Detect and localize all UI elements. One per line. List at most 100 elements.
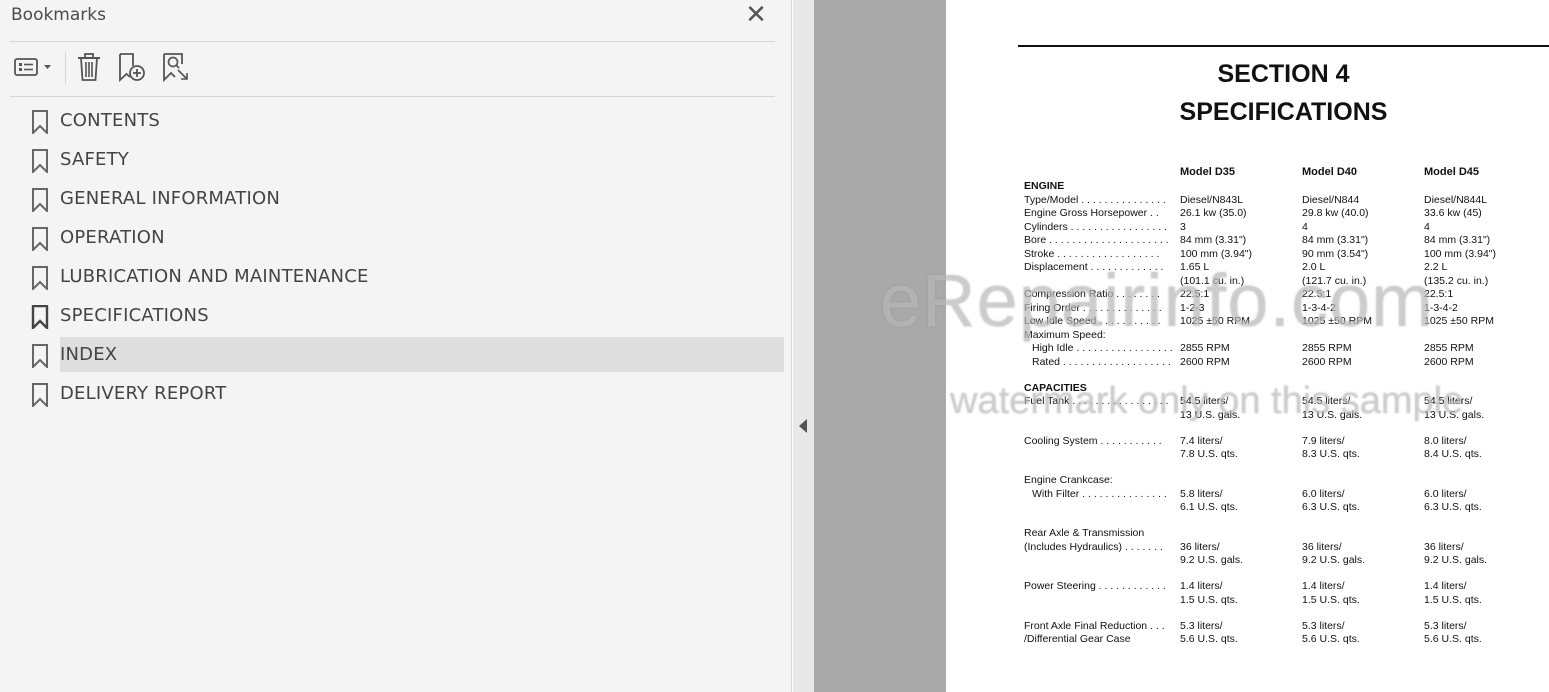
spec-value: 7.4 liters/ (1180, 434, 1223, 447)
trash-icon (78, 53, 100, 81)
spec-value: (135.2 cu. in.) (1424, 274, 1489, 287)
spec-row: Rear Axle & Transmission (1024, 527, 1549, 541)
bookmark-item-general-information[interactable]: GENERAL INFORMATION (0, 180, 792, 219)
bookmark-icon (32, 188, 48, 212)
options-list-icon (14, 58, 51, 76)
bookmark-icon (32, 266, 48, 290)
column-header: Model D35 (1180, 166, 1236, 178)
spec-value: 1.5 U.S. qts. (1180, 593, 1238, 606)
spec-label: CAPACITIES (1024, 381, 1087, 394)
spec-value: 13 U.S. gals. (1302, 408, 1363, 421)
section-title: SPECIFICATIONS (1179, 98, 1388, 126)
spec-row: ENGINE (1024, 180, 1549, 194)
spec-row: Bore . . . . . . . . . . . . . . . . . .… (1024, 234, 1549, 248)
bookmark-item-contents[interactable]: CONTENTS (0, 102, 792, 141)
spec-value: (121.7 cu. in.) (1302, 274, 1367, 287)
spec-value: 7.9 liters/ (1302, 434, 1345, 447)
spec-label: Fuel Tank . . . . . . . . . . . . . . . … (1024, 395, 1169, 407)
spec-row: Firing Order . . . . . . . . . . . . . .… (1024, 302, 1549, 316)
bookmark-label: GENERAL INFORMATION (60, 188, 280, 209)
spec-label: Displacement . . . . . . . . . . . . . (1024, 261, 1164, 273)
spec-label: Engine Gross Horsepower . . (1024, 207, 1159, 219)
spec-row: High Idle . . . . . . . . . . . . . . . … (1024, 342, 1549, 356)
find-bookmark-button[interactable] (158, 50, 192, 84)
spec-value: 5.3 liters/ (1180, 619, 1223, 632)
section-number: SECTION 4 (1217, 60, 1350, 88)
spec-value: 5.8 liters/ (1180, 487, 1223, 500)
spec-value: 8.4 U.S. qts. (1424, 448, 1482, 460)
spec-row: With Filter . . . . . . . . . . . . . . … (1024, 488, 1549, 502)
spec-label: Type/Model . . . . . . . . . . . . . . . (1024, 193, 1166, 206)
new-bookmark-button[interactable] (114, 50, 148, 84)
spec-value: 22.5:1 (1302, 288, 1332, 300)
spec-value: 1025 ±50 RPM (1424, 315, 1494, 327)
spec-value: 9.2 U.S. gals. (1424, 554, 1488, 566)
spec-row: CAPACITIES (1024, 382, 1549, 396)
spec-value: 6.1 U.S. qts. (1180, 501, 1238, 513)
spec-value: 1.5 U.S. qts. (1302, 593, 1360, 606)
spec-label: Cylinders . . . . . . . . . . . . . . . … (1024, 220, 1167, 233)
search-bookmark-icon (163, 53, 188, 82)
spec-label: Rear Axle & Transmission (1024, 527, 1145, 539)
bookmark-label: OPERATION (60, 227, 165, 248)
spec-value: Diesel/N844L (1424, 193, 1488, 206)
spec-row: (101.1 cu. in.) (121.7 cu. in.) (135.2 cu.… (1024, 275, 1549, 289)
spec-value: 5.6 U.S. qts. (1424, 633, 1482, 645)
bookmark-item-lubrication-and-maintenance[interactable]: LUBRICATION AND MAINTENANCE (0, 258, 792, 297)
spec-value: 100 mm (3.94") (1424, 247, 1497, 260)
bookmark-item-safety[interactable]: SAFETY (0, 141, 792, 180)
spec-label: /Differential Gear Case (1024, 633, 1131, 645)
bookmark-label: INDEX (60, 344, 118, 365)
spec-value: 6.3 U.S. qts. (1424, 501, 1482, 513)
spec-value: Diesel/N843L (1180, 193, 1244, 206)
bookmark-label: SAFETY (60, 149, 129, 170)
spec-row: Front Axle Final Reduction . . . 5.3 lite… (1024, 620, 1549, 634)
bookmark-label: DELIVERY REPORT (60, 383, 227, 404)
spec-value: 26.1 kw (35.0) (1180, 207, 1247, 219)
document-page: SECTION 4 SPECIFICATIONS Model D35 Model… (946, 0, 1549, 692)
spec-label: Firing Order . . . . . . . . . . . . . . (1024, 301, 1162, 314)
spec-value: 36 liters/ (1302, 540, 1342, 553)
spec-value: 3 (1180, 220, 1186, 233)
spec-row: Compression Ratio . . . . . . . . 22.5:1 2… (1024, 288, 1549, 302)
spec-label: Engine Crankcase: (1024, 474, 1113, 486)
spec-value: 100 mm (3.94") (1180, 247, 1253, 260)
spec-label: Compression Ratio . . . . . . . . (1024, 288, 1160, 300)
spec-value: 1-3-4-2 (1424, 301, 1458, 314)
spec-value: 54.5 liters/ (1302, 395, 1351, 407)
spec-row: Type/Model . . . . . . . . . . . . . . .… (1024, 194, 1549, 208)
bookmarks-toolbar (10, 50, 775, 86)
options-list-button[interactable] (10, 50, 54, 84)
spec-row: Engine Crankcase: (1024, 474, 1549, 488)
spec-value: 1025 ±50 RPM (1180, 315, 1250, 327)
divider (10, 96, 775, 97)
bookmark-item-operation[interactable]: OPERATION (0, 219, 792, 258)
spec-row: 6.1 U.S. qts. 6.3 U.S. qts. 6.3 U.S. qts. (1024, 501, 1549, 515)
bookmark-icon (32, 110, 48, 134)
bookmark-icon (32, 344, 48, 368)
bookmark-label: SPECIFICATIONS (60, 305, 209, 326)
spec-row: 1.5 U.S. qts. 1.5 U.S. qts. 1.5 U.S. qts. (1024, 594, 1549, 608)
spec-value: 54.5 liters/ (1424, 395, 1473, 407)
delete-bookmark-button[interactable] (74, 50, 104, 84)
spec-value: 1.4 liters/ (1424, 580, 1467, 592)
bookmark-list: CONTENTS SAFETY GENERAL INFORMATION OPER… (0, 102, 792, 414)
spec-value: (101.1 cu. in.) (1180, 274, 1245, 287)
spec-value: 8.0 liters/ (1424, 434, 1467, 447)
spec-value: 22.5:1 (1424, 288, 1454, 300)
bookmark-item-index[interactable]: INDEX (0, 336, 792, 375)
spec-value: 36 liters/ (1180, 540, 1220, 553)
spec-value: 1.4 liters/ (1302, 580, 1345, 592)
spec-value: 84 mm (3.31") (1180, 234, 1247, 246)
collapse-panel-arrow-icon[interactable] (799, 419, 807, 433)
spec-value: 84 mm (3.31") (1302, 234, 1369, 246)
bookmark-item-delivery-report[interactable]: DELIVERY REPORT (0, 375, 792, 414)
spec-value: 2855 RPM (1180, 342, 1230, 354)
panel-collapse-strip[interactable] (793, 0, 814, 692)
spec-row: Cooling System . . . . . . . . . . . 7.4 … (1024, 435, 1549, 449)
spec-value: 13 U.S. gals. (1180, 408, 1241, 421)
close-icon[interactable]: ✕ (745, 1, 767, 27)
spec-value: 2600 RPM (1180, 355, 1230, 368)
spec-value: 5.6 U.S. qts. (1302, 633, 1360, 645)
bookmark-item-specifications[interactable]: SPECIFICATIONS (0, 297, 792, 336)
